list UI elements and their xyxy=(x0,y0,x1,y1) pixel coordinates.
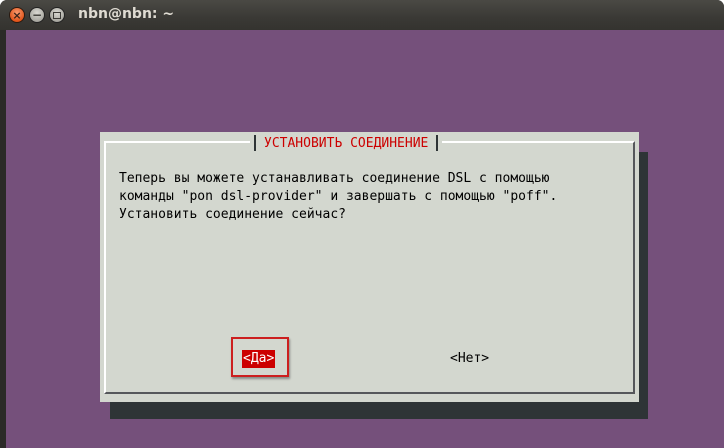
connect-dialog: УСТАНОВИТЬ СОЕДИНЕНИЕ Теперь вы можете у… xyxy=(100,132,639,402)
terminal-window: × − nbn@nbn: ~ УСТАНОВИТЬ СОЕДИНЕНИЕ Теп… xyxy=(0,0,724,448)
maximize-square xyxy=(53,11,61,19)
minimize-icon[interactable]: − xyxy=(29,7,45,23)
dialog-message: Теперь вы можете устанавливать соединени… xyxy=(119,171,558,222)
window-titlebar[interactable]: × − nbn@nbn: ~ xyxy=(0,0,724,30)
minimize-glyph: − xyxy=(31,8,43,22)
close-glyph: × xyxy=(12,8,22,22)
window-title: nbn@nbn: ~ xyxy=(78,6,175,22)
maximize-icon[interactable] xyxy=(49,7,65,23)
title-tick-right xyxy=(436,135,439,151)
title-tick-left xyxy=(254,135,256,151)
no-button[interactable]: <Нет> xyxy=(450,350,489,368)
dialog-title: УСТАНОВИТЬ СОЕДИНЕНИЕ xyxy=(264,135,429,151)
yes-button[interactable]: <Да> xyxy=(242,350,276,368)
terminal-area[interactable]: УСТАНОВИТЬ СОЕДИНЕНИЕ Теперь вы можете у… xyxy=(6,30,724,448)
dialog-title-bar: УСТАНОВИТЬ СОЕДИНЕНИЕ xyxy=(250,132,443,154)
close-icon[interactable]: × xyxy=(9,7,25,23)
